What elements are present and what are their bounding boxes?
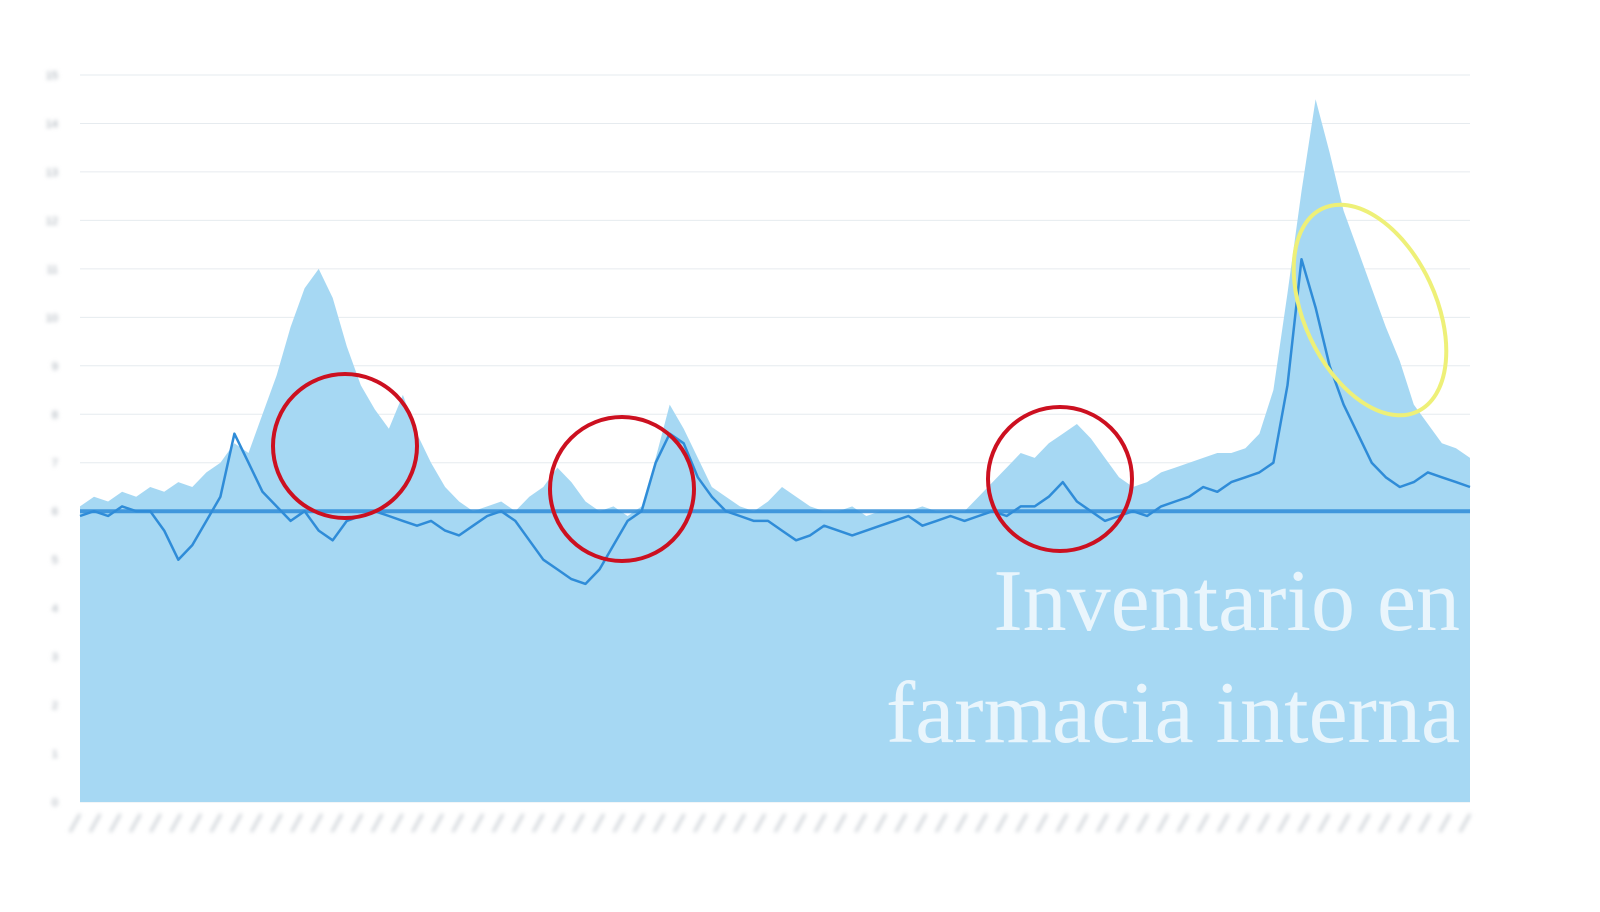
x-tick-mark-58 bbox=[1237, 813, 1250, 833]
x-tick-mark-3 bbox=[129, 813, 142, 833]
y-tick-label-10: 10 bbox=[46, 312, 58, 324]
x-tick-mark-33 bbox=[733, 813, 746, 833]
x-tick-mark-2 bbox=[109, 813, 122, 833]
x-tick-mark-64 bbox=[1358, 813, 1371, 833]
x-tick-mark-46 bbox=[995, 813, 1008, 833]
x-tick-mark-43 bbox=[935, 813, 948, 833]
x-tick-mark-6 bbox=[189, 813, 202, 833]
x-tick-mark-18 bbox=[431, 813, 444, 833]
y-tick-label-8: 8 bbox=[52, 409, 58, 421]
x-tick-mark-32 bbox=[713, 813, 726, 833]
y-tick-label-0: 0 bbox=[52, 797, 58, 809]
y-tick-label-15: 15 bbox=[46, 70, 58, 82]
x-tick-mark-10 bbox=[270, 813, 283, 833]
y-tick-label-3: 3 bbox=[52, 652, 58, 664]
x-tick-mark-28 bbox=[633, 813, 645, 833]
x-tick-mark-61 bbox=[1297, 813, 1310, 833]
x-tick-mark-27 bbox=[613, 813, 625, 833]
x-tick-mark-0 bbox=[69, 813, 81, 833]
x-tick-mark-20 bbox=[472, 813, 484, 833]
x-tick-mark-44 bbox=[955, 813, 968, 833]
x-tick-mark-67 bbox=[1418, 813, 1431, 833]
y-tick-label-12: 12 bbox=[46, 215, 58, 227]
y-tick-label-5: 5 bbox=[52, 555, 58, 567]
x-tick-mark-41 bbox=[895, 813, 907, 833]
y-tick-label-2: 2 bbox=[52, 700, 58, 712]
x-tick-mark-42 bbox=[915, 813, 927, 833]
y-tick-label-4: 4 bbox=[52, 603, 58, 615]
x-tick-mark-35 bbox=[774, 813, 786, 833]
x-tick-mark-16 bbox=[391, 813, 404, 833]
x-tick-mark-49 bbox=[1056, 813, 1068, 833]
x-tick-mark-68 bbox=[1438, 813, 1451, 833]
x-tick-mark-9 bbox=[250, 813, 263, 833]
x-tick-mark-45 bbox=[975, 813, 988, 833]
x-tick-mark-30 bbox=[673, 813, 686, 833]
x-tick-mark-57 bbox=[1217, 813, 1230, 833]
x-tick-mark-55 bbox=[1177, 813, 1189, 833]
x-tick-mark-53 bbox=[1136, 813, 1149, 833]
x-tick-mark-21 bbox=[492, 813, 504, 833]
x-tick-mark-22 bbox=[512, 813, 525, 833]
x-tick-mark-29 bbox=[653, 813, 666, 833]
x-tick-mark-12 bbox=[310, 813, 323, 833]
x-tick-mark-24 bbox=[552, 813, 565, 833]
x-tick-mark-23 bbox=[532, 813, 545, 833]
x-tick-mark-66 bbox=[1398, 813, 1411, 833]
area-series bbox=[80, 99, 1470, 802]
x-tick-mark-19 bbox=[451, 813, 464, 833]
x-tick-mark-31 bbox=[693, 813, 706, 833]
x-tick-mark-51 bbox=[1096, 813, 1109, 833]
x-tick-mark-48 bbox=[1036, 813, 1048, 833]
y-tick-label-11: 11 bbox=[47, 264, 58, 276]
x-tick-mark-50 bbox=[1076, 813, 1089, 833]
x-tick-mark-37 bbox=[814, 813, 827, 833]
x-tick-mark-13 bbox=[331, 813, 343, 833]
x-tick-mark-69 bbox=[1459, 813, 1471, 833]
x-tick-mark-62 bbox=[1318, 813, 1330, 833]
y-tick-label-9: 9 bbox=[52, 361, 58, 373]
x-tick-mark-11 bbox=[290, 813, 303, 833]
y-tick-label-6: 6 bbox=[52, 506, 58, 518]
x-tick-mark-59 bbox=[1257, 813, 1270, 833]
y-tick-label-14: 14 bbox=[46, 118, 58, 130]
x-tick-mark-47 bbox=[1015, 813, 1028, 833]
x-tick-mark-54 bbox=[1156, 813, 1169, 833]
x-tick-mark-63 bbox=[1338, 813, 1351, 833]
x-tick-mark-14 bbox=[351, 813, 363, 833]
x-tick-mark-60 bbox=[1277, 813, 1290, 833]
x-tick-mark-25 bbox=[572, 813, 585, 833]
x-tick-mark-5 bbox=[169, 813, 182, 833]
x-tick-mark-40 bbox=[874, 813, 887, 833]
x-tick-mark-56 bbox=[1197, 813, 1209, 833]
x-tick-mark-1 bbox=[89, 813, 102, 833]
x-tick-mark-52 bbox=[1116, 813, 1129, 833]
y-tick-label-1: 1 bbox=[52, 749, 58, 761]
x-tick-mark-39 bbox=[854, 813, 867, 833]
x-tick-mark-38 bbox=[834, 813, 847, 833]
x-tick-mark-34 bbox=[754, 813, 766, 833]
x-tick-mark-8 bbox=[230, 813, 243, 833]
x-tick-mark-26 bbox=[592, 813, 605, 833]
x-tick-mark-65 bbox=[1378, 813, 1391, 833]
y-tick-label-7: 7 bbox=[52, 458, 58, 470]
y-tick-label-13: 13 bbox=[46, 167, 58, 179]
x-tick-mark-17 bbox=[411, 813, 424, 833]
x-tick-mark-15 bbox=[371, 813, 384, 833]
inventory-area-chart: 0 1 2 3 4 5 6 7 8 9 10 11 12 13 14 15 Inventario en far… bbox=[0, 0, 1600, 912]
x-tick-mark-4 bbox=[149, 813, 162, 833]
chart-canvas: 0123456789101112131415 bbox=[46, 70, 1471, 833]
x-tick-mark-36 bbox=[794, 813, 807, 833]
x-tick-mark-7 bbox=[210, 813, 222, 833]
